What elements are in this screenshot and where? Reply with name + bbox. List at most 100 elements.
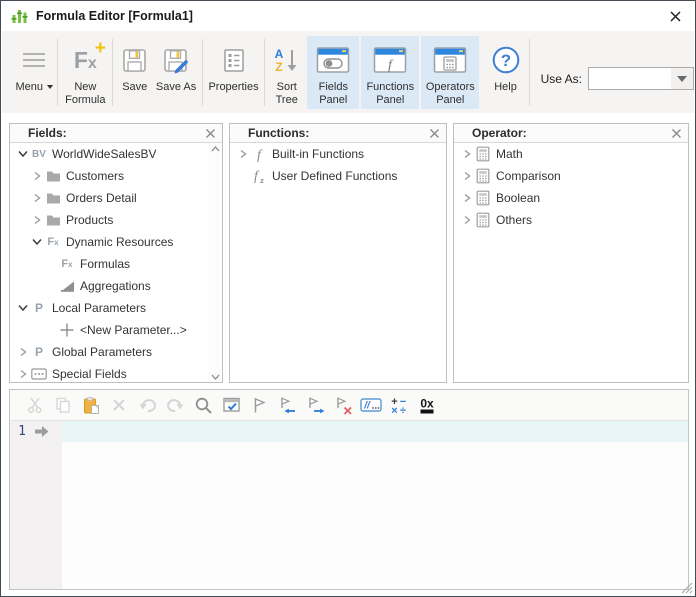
scroll-down-icon[interactable] — [211, 374, 220, 380]
chevron-right-icon[interactable] — [30, 169, 44, 183]
tree-item-user-defined-functions[interactable]: f z User Defined Functions — [230, 165, 446, 187]
tree-item-new-parameter[interactable]: <New Parameter...> — [10, 319, 208, 341]
tree-item-built-in-functions[interactable]: f Built-in Functions — [230, 143, 446, 165]
tree-item-label: Customers — [66, 169, 125, 183]
comment-button[interactable]: // — [360, 394, 382, 416]
delete-button[interactable] — [108, 394, 130, 416]
tree-item-special-fields[interactable]: Special Fields — [10, 363, 208, 382]
search-button[interactable] — [192, 394, 214, 416]
tree-item-label: Others — [496, 213, 533, 227]
functions-panel-label: Functions Panel — [366, 81, 415, 107]
operators-button[interactable]: + − × ÷ — [388, 394, 410, 416]
tree-item-others[interactable]: Others — [454, 209, 688, 231]
help-button[interactable]: ? Help — [485, 36, 525, 109]
chevron-right-icon[interactable] — [460, 213, 474, 227]
redo-button[interactable] — [164, 394, 186, 416]
tree-item-math[interactable]: Math — [454, 143, 688, 165]
svg-text:z: z — [260, 176, 264, 184]
close-icon[interactable] — [205, 128, 216, 139]
hex-button[interactable]: 0x — [416, 394, 438, 416]
chevron-right-icon[interactable] — [30, 191, 44, 205]
tree-item-dynamic-resources[interactable]: Fx Dynamic Resources — [10, 231, 208, 253]
toolbar-separator — [57, 39, 59, 106]
fields-panel-toggle-button[interactable]: Fields Panel — [307, 36, 360, 109]
user-function-icon: fz — [250, 168, 268, 184]
tree-item-worldwidesalesbv[interactable]: BV WorldWideSalesBV — [10, 143, 208, 165]
tree-item-formulas[interactable]: Fx Formulas — [10, 253, 208, 275]
chevron-right-icon[interactable] — [460, 191, 474, 205]
undo-button[interactable] — [136, 394, 158, 416]
window-title: Formula Editor [Formula1] — [36, 9, 193, 23]
validate-button[interactable] — [220, 394, 242, 416]
tree-item-comparison[interactable]: Comparison — [454, 165, 688, 187]
toolbar-separator — [201, 39, 203, 106]
tree-item-label: Formulas — [80, 257, 131, 271]
properties-button[interactable]: Properties — [206, 36, 262, 109]
resize-grip-icon[interactable] — [681, 582, 693, 594]
formula-text-area[interactable]: 1 — [10, 421, 688, 589]
tree-item-label: Special Fields — [52, 367, 127, 381]
tree-item-label: Math — [496, 147, 523, 161]
tree-item-label: Boolean — [496, 191, 541, 205]
use-as-dropdown[interactable] — [587, 67, 694, 90]
close-icon[interactable] — [429, 128, 440, 139]
line-number: 1 — [18, 424, 26, 439]
sort-tree-button[interactable]: A Z Sort Tree — [268, 36, 305, 109]
tree-item-local-parameters[interactable]: P Local Parameters — [10, 297, 208, 319]
new-formula-button[interactable]: Fx + New Formula — [61, 36, 109, 109]
formula-code-area[interactable] — [62, 421, 688, 589]
chevron-right-icon[interactable] — [16, 367, 30, 381]
parameter-icon: P — [34, 301, 43, 315]
menu-button[interactable]: Menu — [14, 36, 54, 109]
cut-button[interactable] — [24, 394, 46, 416]
aggregation-icon — [58, 278, 76, 294]
code-line[interactable] — [62, 421, 688, 442]
operators-panel-label: Operators Panel — [425, 81, 475, 107]
save-as-button[interactable]: Save As — [153, 36, 199, 109]
tree-item-customers[interactable]: Customers — [10, 165, 208, 187]
toolbar-separator — [528, 39, 530, 106]
operators-panel-toggle-button[interactable]: Operators Panel — [421, 36, 480, 109]
chevron-right-icon[interactable] — [460, 169, 474, 183]
close-icon[interactable] — [671, 128, 682, 139]
svg-text:×: × — [391, 405, 397, 415]
fields-panel-header: Fields: — [10, 124, 222, 143]
tree-item-orders-detail[interactable]: Orders Detail — [10, 187, 208, 209]
tree-item-global-parameters[interactable]: P Global Parameters — [10, 341, 208, 363]
previous-bookmark-icon — [281, 396, 295, 413]
toolbar-separator — [264, 39, 266, 106]
chevron-down-icon[interactable] — [30, 235, 44, 249]
fields-panel-icon — [316, 39, 350, 81]
app-logo-icon — [11, 9, 28, 23]
clear-bookmarks-button[interactable] — [332, 394, 354, 416]
next-bookmark-button[interactable] — [304, 394, 326, 416]
delete-icon — [113, 399, 125, 411]
line-number-gutter: 1 — [10, 421, 62, 589]
redo-icon — [166, 399, 183, 413]
calculator-icon — [474, 212, 492, 228]
chevron-down-icon[interactable] — [16, 301, 30, 315]
tree-item-products[interactable]: Products — [10, 209, 208, 231]
save-button[interactable]: Save — [116, 36, 153, 109]
copy-button[interactable] — [52, 394, 74, 416]
chevron-right-icon[interactable] — [460, 147, 474, 161]
special-fields-icon — [30, 366, 48, 382]
scroll-up-icon[interactable] — [211, 146, 220, 152]
chevron-right-icon[interactable] — [30, 213, 44, 227]
fields-tree-scrollbar[interactable] — [208, 143, 222, 382]
chevron-down-icon[interactable] — [16, 147, 30, 161]
tree-item-label: Built-in Functions — [272, 147, 365, 161]
close-icon[interactable] — [665, 6, 685, 26]
functions-panel-toggle-button[interactable]: f Functions Panel — [361, 36, 420, 109]
tree-item-aggregations[interactable]: Aggregations — [10, 275, 208, 297]
chevron-right-icon[interactable] — [236, 147, 250, 161]
paste-button[interactable] — [80, 394, 102, 416]
operators-tree: Math Comparison Boolean Others — [454, 143, 688, 231]
tree-item-label: Products — [66, 213, 114, 227]
bookmark-button[interactable] — [248, 394, 270, 416]
previous-bookmark-button[interactable] — [276, 394, 298, 416]
tree-item-boolean[interactable]: Boolean — [454, 187, 688, 209]
chevron-right-icon[interactable] — [16, 345, 30, 359]
use-as-dropdown-button[interactable] — [670, 68, 693, 89]
